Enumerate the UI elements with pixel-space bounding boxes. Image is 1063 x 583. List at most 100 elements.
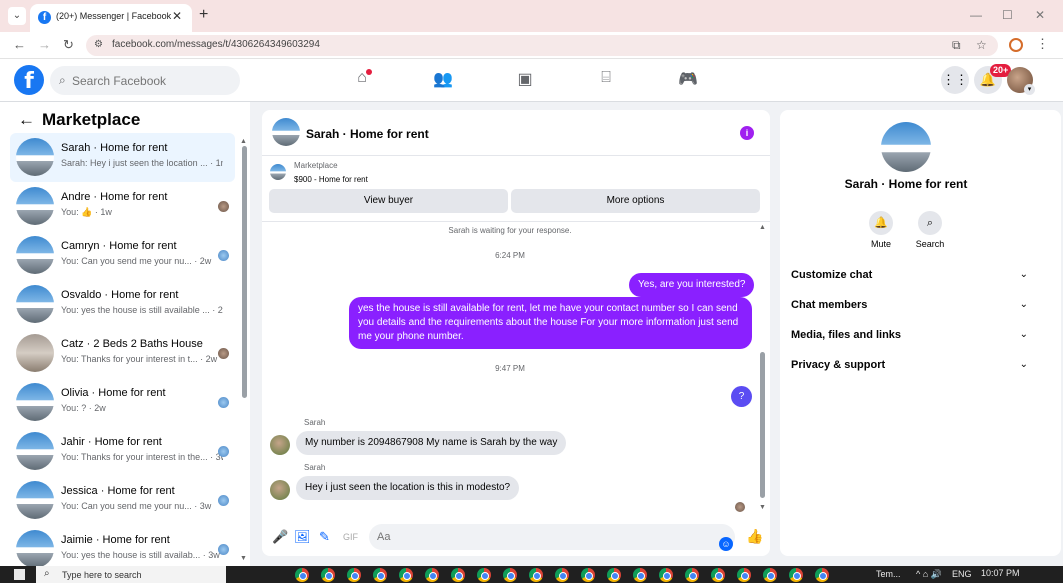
chat-members-section[interactable]: Chat members ⌄ [780,294,1032,318]
close-tab-icon[interactable]: ✕ [172,9,182,23]
chrome-taskbar-icon[interactable] [815,568,829,582]
waiting-note: Sarah is waiting for your response. [448,226,572,235]
url-text[interactable]: facebook.com/messages/t/4306264349603294 [112,39,320,50]
conversation-snippet: You: Thanks for your interest in the... … [61,452,223,462]
conversation-item[interactable]: Osvaldo · Home for rent You: yes the hou… [10,280,235,329]
facebook-logo-icon[interactable]: f [14,65,44,95]
conversation-item[interactable]: Sarah · Home for rent Sarah: Hey i just … [10,133,235,182]
system-tray-icons[interactable]: ^ ⌂ 🔊 [916,569,942,580]
facebook-search-input[interactable] [72,71,232,90]
bookmark-star-icon[interactable]: ☆ [976,38,987,52]
chrome-taskbar-icon[interactable] [737,568,751,582]
scroll-down-arrow-icon[interactable]: ▼ [759,504,766,511]
friends-icon[interactable]: 👥 [431,69,455,91]
browser-profile-icon[interactable] [1009,38,1023,52]
chat-scrollbar[interactable] [760,352,765,498]
chrome-taskbar-icon[interactable] [295,568,309,582]
section-label: Media, files and links [791,329,902,341]
privacy-support-section[interactable]: Privacy & support ⌄ [780,354,1032,378]
site-info-icon[interactable]: ⚙ [94,39,103,50]
like-thumb-icon[interactable]: 👍 [746,528,763,545]
menu-grid-icon[interactable]: ⋮⋮ [941,66,969,94]
emoji-icon[interactable]: ☺ [719,537,733,551]
scroll-down-arrow-icon[interactable]: ▼ [240,555,247,562]
chrome-taskbar-icon[interactable] [763,568,777,582]
chrome-taskbar-icon[interactable] [607,568,621,582]
sent-message[interactable]: yes the house is still available for ren… [349,297,752,349]
minimize-icon[interactable]: — [970,8,982,22]
received-message[interactable]: My number is 2094867908 My name is Sarah… [296,431,567,455]
chrome-taskbar-icon[interactable] [425,568,439,582]
chrome-taskbar-icon[interactable] [477,568,491,582]
url-field[interactable]: ⚙ facebook.com/messages/t/43062643496032… [86,35,998,56]
chrome-taskbar-icon[interactable] [321,568,335,582]
message-input-box[interactable] [369,524,735,550]
chrome-taskbar-icon[interactable] [451,568,465,582]
browser-tab[interactable]: f (20+) Messenger | Facebook ✕ [30,4,192,32]
gaming-icon[interactable]: 🎮 [676,69,700,91]
maximize-icon[interactable]: ☐ [1002,8,1013,22]
chrome-taskbar-icon[interactable] [711,568,725,582]
mute-bell-icon[interactable]: 🔔 [869,211,893,235]
sent-message[interactable]: Yes, are you interested? [629,273,755,297]
conversation-name: Jessica · Home for rent [61,485,175,497]
chrome-taskbar-icon[interactable] [555,568,569,582]
account-caret-icon[interactable]: ▾ [1024,84,1035,95]
install-app-icon[interactable]: ⧉ [952,38,961,53]
info-icon[interactable]: i [740,126,754,140]
scroll-up-arrow-icon[interactable]: ▲ [759,224,766,231]
customize-chat-section[interactable]: Customize chat ⌄ [780,264,1032,288]
marketplace-icon[interactable]: ⌸ [594,69,618,91]
chrome-taskbar-icon[interactable] [789,568,803,582]
conversation-item[interactable]: Jahir · Home for rent You: Thanks for yo… [10,427,235,476]
sender-avatar[interactable] [270,435,290,455]
chrome-taskbar-icon[interactable] [503,568,517,582]
timestamp: 9:47 PM [495,364,525,373]
chrome-taskbar-icon[interactable] [633,568,647,582]
clock-time[interactable]: 10:07 PM [981,568,1020,578]
conversation-item[interactable]: Jessica · Home for rent You: Can you sen… [10,476,235,525]
more-options-button[interactable]: More options [511,189,760,213]
chat-avatar[interactable] [272,118,300,146]
media-files-links-section[interactable]: Media, files and links ⌄ [780,324,1032,348]
microphone-icon[interactable]: 🎤 [272,529,288,545]
video-icon[interactable]: ▣ [513,69,537,91]
windows-start-icon[interactable] [14,569,25,580]
sticker-icon[interactable]: ✎ [319,529,330,545]
photo-icon[interactable]: 🖼 [294,529,311,545]
sent-message[interactable]: ? [731,386,752,407]
tab-search-dropdown[interactable]: ⌄ [8,7,26,25]
seen-avatar [218,348,229,359]
search-icon[interactable]: ⌕ [918,211,942,235]
weather-widget[interactable]: Tem... [876,569,901,579]
chat-list-scrollbar[interactable] [242,146,247,398]
chrome-taskbar-icon[interactable] [581,568,595,582]
browser-menu-icon[interactable]: ⋮ [1036,36,1049,52]
chrome-taskbar-icon[interactable] [373,568,387,582]
chat-title[interactable]: Sarah · Home for rent [306,127,429,141]
language-indicator[interactable]: ENG [952,569,972,579]
close-window-icon[interactable]: ✕ [1035,8,1045,22]
forward-icon[interactable]: → [38,37,51,52]
reload-icon[interactable]: ↻ [63,37,74,53]
conversation-item[interactable]: Catz · 2 Beds 2 Baths House You: Thanks … [10,329,235,378]
received-message[interactable]: Hey i just seen the location is this in … [296,476,520,500]
conversation-item[interactable]: Andre · Home for rent You: 👍 · 1w [10,182,235,231]
chrome-taskbar-icon[interactable] [399,568,413,582]
conversation-item[interactable]: Olivia · Home for rent You: ? · 2w [10,378,235,427]
chrome-taskbar-icon[interactable] [529,568,543,582]
chrome-taskbar-icon[interactable] [685,568,699,582]
scroll-up-arrow-icon[interactable]: ▲ [240,138,247,145]
chrome-taskbar-icon[interactable] [347,568,361,582]
back-icon[interactable]: ← [13,37,26,52]
facebook-search[interactable]: ⌕ [50,66,240,95]
sender-avatar[interactable] [270,480,290,500]
view-buyer-button[interactable]: View buyer [269,189,508,213]
taskbar-search[interactable]: ⌕ Type here to search [36,566,226,583]
conversation-item[interactable]: Camryn · Home for rent You: Can you send… [10,231,235,280]
gif-icon[interactable]: GIF [343,532,358,542]
chrome-taskbar-icon[interactable] [659,568,673,582]
new-tab-button[interactable]: + [199,6,208,24]
back-arrow-icon[interactable]: ← [18,110,35,130]
message-input[interactable] [377,529,697,545]
